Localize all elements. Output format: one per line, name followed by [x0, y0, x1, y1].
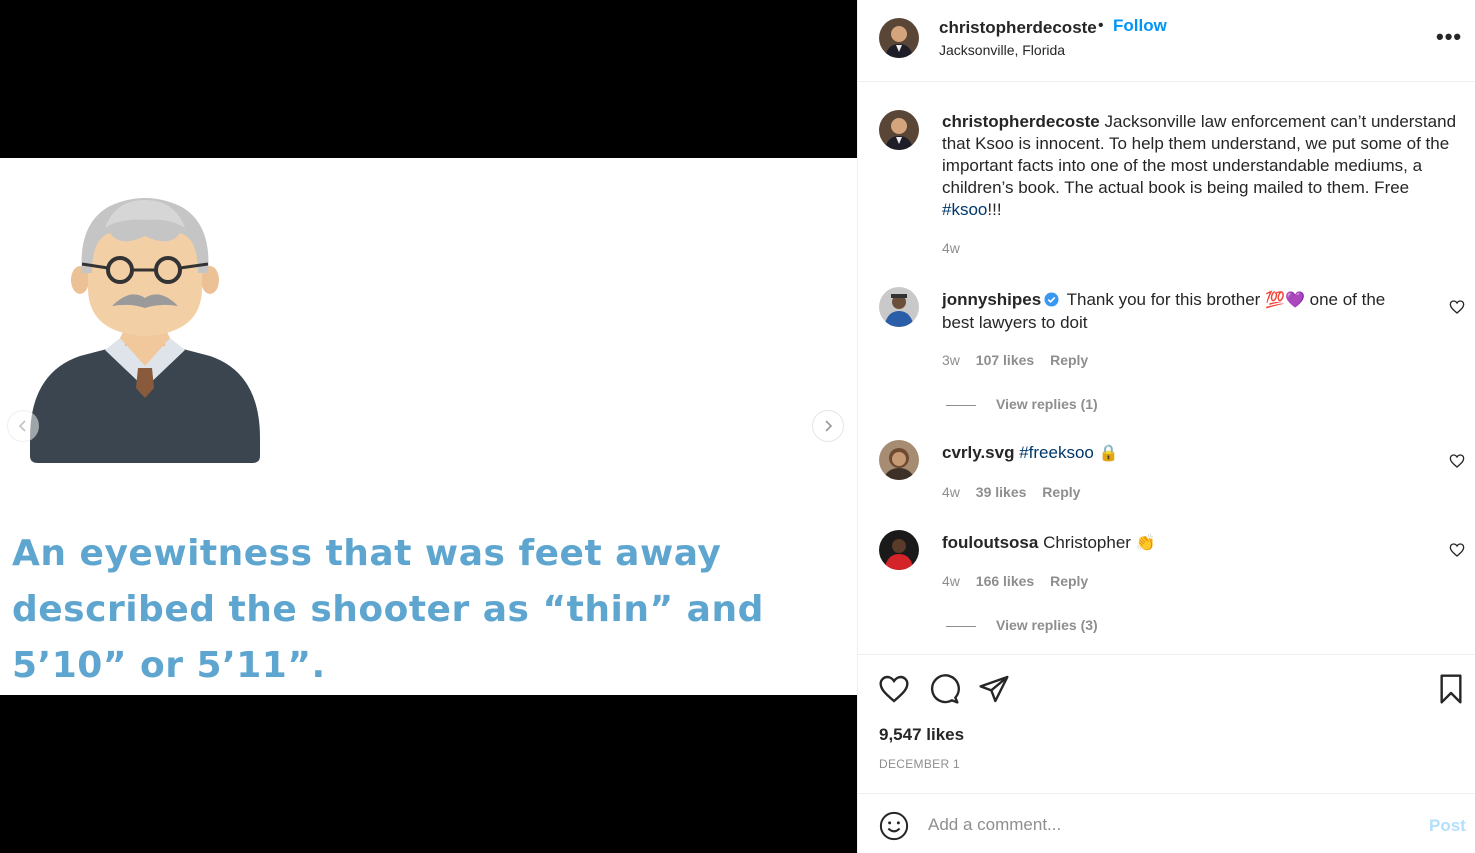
follow-button[interactable]: Follow — [1113, 16, 1167, 36]
caption-time[interactable]: 4w — [942, 240, 960, 256]
view-replies-button[interactable]: View replies (3) — [946, 617, 1098, 633]
post-detail-panel: christopherdecoste • Follow Jacksonville… — [857, 0, 1475, 853]
comment-avatar[interactable] — [879, 287, 919, 327]
add-comment-bar: Post — [858, 793, 1475, 853]
comment-body: jonnyshipes Thank you for this brother 💯… — [942, 289, 1422, 334]
caption-meta: 4w — [942, 240, 972, 256]
comment-hashtag[interactable]: #freeksoo — [1019, 443, 1094, 462]
replies-divider — [946, 625, 976, 627]
comment-meta: 4w 39 likes Reply — [942, 484, 1092, 500]
comment-avatar[interactable] — [879, 440, 919, 480]
caption-suffix: !!! — [987, 200, 1002, 219]
replies-divider — [946, 404, 976, 406]
comment-username[interactable]: fouloutsosa — [942, 533, 1038, 552]
caption-username[interactable]: christopherdecoste — [942, 112, 1100, 131]
comment-likes[interactable]: 107 likes — [976, 352, 1034, 368]
comment-text: Thank you for this brother — [1066, 290, 1261, 309]
next-slide-button[interactable] — [812, 410, 844, 442]
comment-likes[interactable]: 166 likes — [976, 573, 1034, 589]
chevron-left-icon — [18, 420, 26, 432]
author-username[interactable]: christopherdecoste — [939, 18, 1097, 38]
view-replies-label: View replies (1) — [996, 396, 1098, 412]
reply-button[interactable]: Reply — [1050, 573, 1088, 589]
post-comment-button[interactable]: Post — [1429, 816, 1466, 836]
post-media: An eyewitness that was feet away describ… — [0, 0, 857, 853]
previous-slide-button[interactable] — [7, 410, 39, 442]
comment-body: cvrly.svg #freeksoo 🔒 — [942, 442, 1422, 465]
view-replies-button[interactable]: View replies (1) — [946, 396, 1098, 412]
comment-body: fouloutsosa Christopher 👏 — [942, 532, 1422, 555]
comment-username[interactable]: cvrly.svg — [942, 443, 1014, 462]
heart-icon[interactable] — [878, 673, 910, 705]
comments-list: christopherdecoste Jacksonville law enfo… — [858, 82, 1475, 654]
comment-meta: 3w 107 likes Reply — [942, 352, 1100, 368]
more-options-icon[interactable]: ••• — [1436, 24, 1462, 50]
reply-button[interactable]: Reply — [1042, 484, 1080, 500]
post-header: christopherdecoste • Follow Jacksonville… — [858, 0, 1475, 82]
like-comment-icon[interactable] — [1449, 453, 1465, 469]
post-date[interactable]: DECEMBER 1 — [879, 757, 960, 771]
comment-time[interactable]: 3w — [942, 352, 960, 368]
post-likes-count[interactable]: 9,547 likes — [879, 725, 964, 745]
like-comment-icon[interactable] — [1449, 299, 1465, 315]
post-caption: christopherdecoste Jacksonville law enfo… — [942, 111, 1470, 221]
comment-avatar[interactable] — [879, 530, 919, 570]
comment-likes[interactable]: 39 likes — [976, 484, 1027, 500]
comment-time[interactable]: 4w — [942, 484, 960, 500]
carousel-slide: An eyewitness that was feet away describ… — [0, 158, 857, 695]
comment-time[interactable]: 4w — [942, 573, 960, 589]
comment-input[interactable] — [928, 808, 1378, 842]
share-icon[interactable] — [978, 673, 1010, 705]
caption-hashtag[interactable]: #ksoo — [942, 200, 987, 219]
comment-emoji: 💯💜 — [1265, 292, 1305, 309]
comment-meta: 4w 166 likes Reply — [942, 573, 1100, 589]
comment-text: Christopher — [1043, 533, 1131, 552]
verified-badge-icon — [1044, 292, 1059, 307]
caption-author-avatar[interactable] — [879, 110, 919, 150]
comment-emoji: 👏 — [1135, 535, 1156, 552]
post-actions: 9,547 likes DECEMBER 1 — [858, 654, 1475, 793]
emoji-icon[interactable] — [879, 811, 909, 841]
comment-icon[interactable] — [928, 673, 960, 705]
slide-caption: An eyewitness that was feet away describ… — [12, 533, 764, 686]
reply-button[interactable]: Reply — [1050, 352, 1088, 368]
chevron-right-icon — [825, 420, 833, 432]
old-man-illustration — [30, 198, 260, 463]
separator-dot: • — [1098, 17, 1104, 34]
like-comment-icon[interactable] — [1449, 542, 1465, 558]
view-replies-label: View replies (3) — [996, 617, 1098, 633]
comment-username[interactable]: jonnyshipes — [942, 290, 1041, 309]
author-avatar[interactable] — [879, 18, 919, 58]
post-location[interactable]: Jacksonville, Florida — [939, 42, 1065, 58]
bookmark-icon[interactable] — [1435, 673, 1467, 705]
comment-emoji: 🔒 — [1098, 445, 1119, 462]
